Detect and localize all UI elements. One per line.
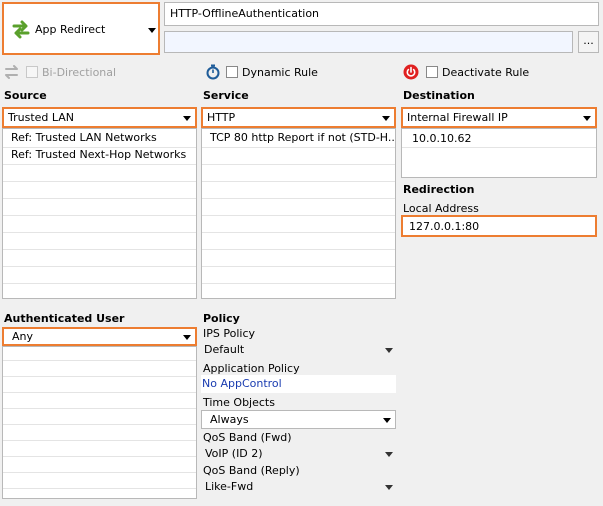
deactivate-rule-label: Deactivate Rule	[442, 66, 530, 79]
source-heading: Source	[4, 89, 47, 102]
service-dropdown[interactable]: HTTP	[201, 107, 396, 128]
qos-fwd-select[interactable]: VoIP (ID 2)	[201, 445, 396, 462]
source-selected: Trusted LAN	[8, 111, 75, 124]
auth-user-list[interactable]	[2, 346, 197, 499]
ips-policy-select[interactable]: Default	[201, 341, 396, 358]
bidirectional-label: Bi-Directional	[42, 66, 117, 79]
browse-button[interactable]: ...	[578, 31, 599, 53]
time-objects-dropdown[interactable]: Always	[201, 410, 396, 429]
chevron-down-icon	[385, 451, 393, 457]
application-policy-label: Application Policy	[203, 362, 300, 375]
service-list[interactable]: TCP 80 http Report if not (STD-H...	[201, 128, 396, 299]
deactivate-rule-checkbox[interactable]	[426, 66, 438, 78]
time-objects-value: Always	[210, 413, 249, 426]
destination-heading: Destination	[403, 89, 475, 102]
list-item[interactable]: Ref: Trusted Next-Hop Networks	[11, 148, 186, 161]
chevron-down-icon	[183, 115, 191, 121]
description-field[interactable]	[164, 31, 573, 53]
list-item[interactable]: TCP 80 http Report if not (STD-H...	[210, 131, 395, 144]
list-item[interactable]: 10.0.10.62	[412, 132, 471, 145]
ips-policy-value: Default	[204, 343, 245, 356]
bidirectional-icon	[4, 65, 20, 79]
policy-heading: Policy	[203, 312, 240, 325]
dynamic-rule-label: Dynamic Rule	[242, 66, 318, 79]
app-redirect-icon	[10, 18, 32, 40]
chevron-down-icon	[583, 115, 591, 121]
local-address-input[interactable]: 127.0.0.1:80	[401, 215, 597, 237]
stopwatch-icon	[205, 64, 221, 80]
destination-list[interactable]: 10.0.10.62	[401, 128, 597, 178]
time-objects-label: Time Objects	[203, 396, 275, 409]
service-heading: Service	[203, 89, 249, 102]
action-selector[interactable]: App Redirect	[2, 2, 160, 55]
qos-reply-value: Like-Fwd	[205, 480, 254, 493]
auth-user-selected: Any	[12, 330, 34, 343]
power-icon	[403, 64, 419, 80]
chevron-down-icon	[382, 115, 390, 121]
ips-policy-label: IPS Policy	[203, 327, 255, 340]
destination-selected: Internal Firewall IP	[407, 111, 508, 124]
auth-user-heading: Authenticated User	[4, 312, 125, 325]
application-policy-field[interactable]: No AppControl	[201, 375, 396, 393]
dynamic-rule-checkbox[interactable]	[226, 66, 238, 78]
chevron-down-icon	[148, 28, 156, 33]
local-address-label: Local Address	[403, 202, 479, 215]
local-address-value: 127.0.0.1:80	[409, 220, 480, 233]
service-selected: HTTP	[207, 111, 236, 124]
source-list[interactable]: Ref: Trusted LAN Networks Ref: Trusted N…	[2, 128, 197, 299]
list-item[interactable]: Ref: Trusted LAN Networks	[11, 131, 157, 144]
qos-reply-label: QoS Band (Reply)	[203, 464, 300, 477]
action-label: App Redirect	[35, 23, 106, 36]
source-dropdown[interactable]: Trusted LAN	[2, 107, 197, 128]
chevron-down-icon	[383, 417, 391, 423]
browse-button-label: ...	[583, 34, 594, 47]
application-policy-link[interactable]: No AppControl	[202, 377, 282, 390]
redirection-heading: Redirection	[403, 183, 475, 196]
rule-name-value: HTTP-OfflineAuthentication	[170, 7, 320, 20]
chevron-down-icon	[385, 347, 393, 353]
qos-reply-select[interactable]: Like-Fwd	[201, 478, 396, 495]
qos-fwd-label: QoS Band (Fwd)	[203, 431, 292, 444]
bidirectional-checkbox[interactable]	[26, 66, 38, 78]
chevron-down-icon	[183, 334, 191, 340]
rule-name-field[interactable]: HTTP-OfflineAuthentication	[164, 2, 599, 26]
chevron-down-icon	[385, 484, 393, 490]
qos-fwd-value: VoIP (ID 2)	[205, 447, 263, 460]
destination-dropdown[interactable]: Internal Firewall IP	[401, 107, 597, 128]
auth-user-dropdown[interactable]: Any	[2, 327, 197, 346]
